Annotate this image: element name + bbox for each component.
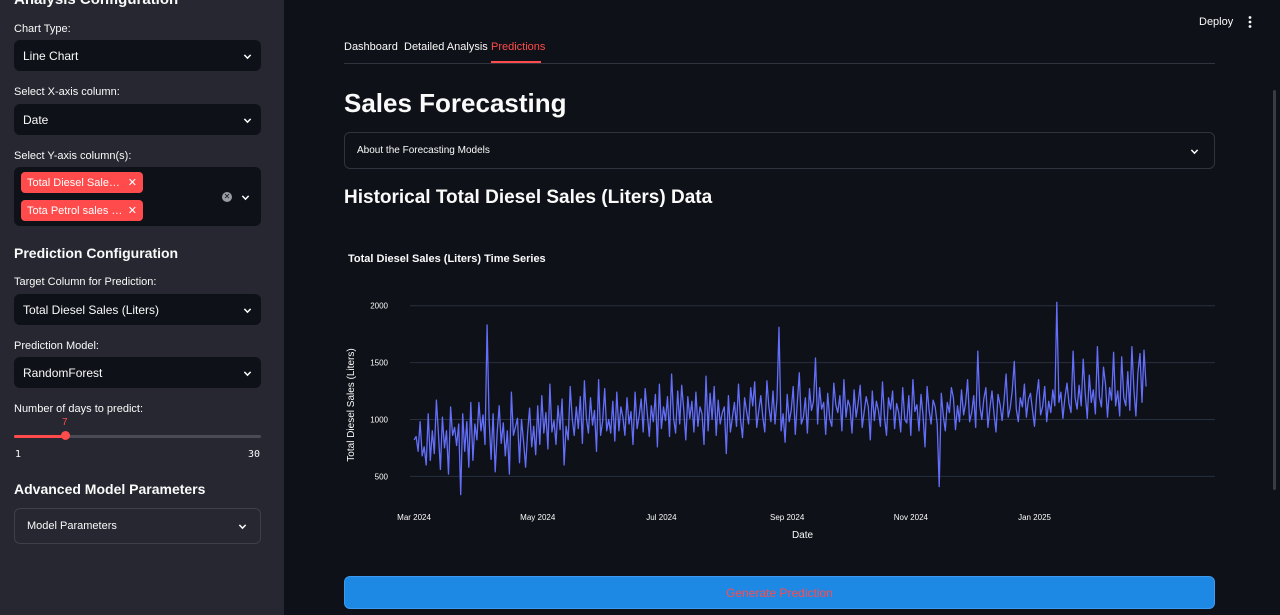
close-icon[interactable]: ✕ (128, 176, 137, 189)
chevron-down-icon (243, 369, 252, 377)
days-slider-handle[interactable] (61, 431, 70, 440)
x-tick-label: Jan 2025 (1018, 513, 1051, 522)
y-axis-tag-diesel[interactable]: Total Diesel Sale… ✕ (21, 172, 143, 193)
page-title: Sales Forecasting (344, 88, 567, 118)
tab-predictions[interactable]: Predictions (491, 41, 545, 53)
y-axis-label: Select Y-axis column(s): (14, 150, 132, 162)
generate-prediction-button[interactable]: Generate Prediction (344, 576, 1215, 609)
target-column-select[interactable]: Total Diesel Sales (Liters) (14, 294, 261, 325)
chevron-down-icon (243, 116, 252, 124)
x-tick-label: Mar 2024 (397, 513, 431, 522)
x-axis-title: Date (792, 530, 814, 541)
days-slider-fill (14, 435, 65, 438)
tab-dashboard[interactable]: Dashboard (344, 41, 398, 53)
series-line-diesel-sales (413, 301, 1147, 496)
chart-title: Total Diesel Sales (Liters) Time Series (348, 253, 546, 265)
deploy-button[interactable]: Deploy (1199, 16, 1233, 28)
y-axis-title: Total Diesel Sales (Liters) (346, 348, 357, 461)
historical-data-heading: Historical Total Diesel Sales (Liters) D… (344, 187, 713, 208)
x-axis-select[interactable]: Date (14, 104, 261, 135)
main-menu-icon[interactable] (1247, 15, 1253, 29)
y-tick-label: 2000 (370, 302, 388, 311)
x-axis-value: Date (23, 112, 49, 127)
tab-bar: Dashboard Detailed Analysis Predictions (344, 33, 1215, 64)
about-models-expander[interactable]: About the Forecasting Models (344, 132, 1215, 169)
x-axis-label: Select X-axis column: (14, 86, 120, 98)
chevron-down-icon (243, 52, 252, 60)
prediction-model-value: RandomForest (23, 365, 103, 380)
chart-type-label: Chart Type: (14, 23, 71, 35)
clear-all-icon[interactable]: ✕ (222, 192, 232, 202)
chevron-down-icon (243, 306, 252, 314)
active-tab-indicator (491, 61, 541, 63)
days-to-predict-label: Number of days to predict: (14, 403, 144, 415)
y-axis-tag-petrol[interactable]: Tota Petrol sales … ✕ (21, 200, 143, 221)
chevron-down-icon (238, 522, 247, 530)
target-column-label: Target Column for Prediction: (14, 276, 157, 288)
sales-time-series-chart[interactable]: Total Diesel Sales (Liters) Time Series 5… (340, 240, 1220, 550)
y-tick-label: 500 (375, 472, 389, 481)
close-icon[interactable]: ✕ (128, 204, 137, 217)
x-tick-label: May 2024 (520, 513, 556, 522)
model-parameters-label: Model Parameters (27, 520, 117, 532)
days-slider-min: 1 (15, 449, 22, 460)
tab-detailed-analysis[interactable]: Detailed Analysis (404, 41, 488, 53)
x-tick-label: Nov 2024 (894, 513, 929, 522)
x-tick-label: Jul 2024 (646, 513, 677, 522)
y-axis-multiselect[interactable]: Total Diesel Sale… ✕ Tota Petrol sales …… (14, 167, 261, 226)
y-tick-label: 1000 (370, 415, 388, 424)
days-slider-max: 30 (248, 449, 261, 460)
chart-svg: Total Diesel Sales (Liters) Time Series 5… (346, 253, 1215, 541)
prediction-configuration-heading: Prediction Configuration (14, 245, 179, 261)
x-tick-label: Sep 2024 (770, 513, 805, 522)
page-scrollbar[interactable] (1273, 90, 1276, 490)
chart-type-value: Line Chart (23, 48, 79, 63)
target-column-value: Total Diesel Sales (Liters) (23, 302, 160, 317)
sidebar: Analysis Configuration Chart Type: Line … (0, 0, 284, 615)
analysis-configuration-heading: Analysis Configuration (14, 0, 178, 8)
days-slider[interactable] (14, 431, 261, 440)
chevron-down-icon (1190, 147, 1199, 155)
advanced-model-parameters-heading: Advanced Model Parameters (14, 481, 206, 497)
chart-type-select[interactable]: Line Chart (14, 40, 261, 71)
days-slider-value: 7 (62, 417, 68, 428)
chevron-down-icon[interactable] (241, 193, 250, 201)
y-tick-label: 1500 (370, 359, 388, 368)
model-parameters-expander[interactable]: Model Parameters (14, 508, 261, 544)
prediction-model-select[interactable]: RandomForest (14, 357, 261, 388)
y-axis-tag-label: Total Diesel Sale… (27, 176, 120, 189)
y-axis-tag-label: Tota Petrol sales … (27, 204, 123, 217)
about-models-label: About the Forecasting Models (357, 145, 490, 156)
prediction-model-label: Prediction Model: (14, 340, 99, 352)
